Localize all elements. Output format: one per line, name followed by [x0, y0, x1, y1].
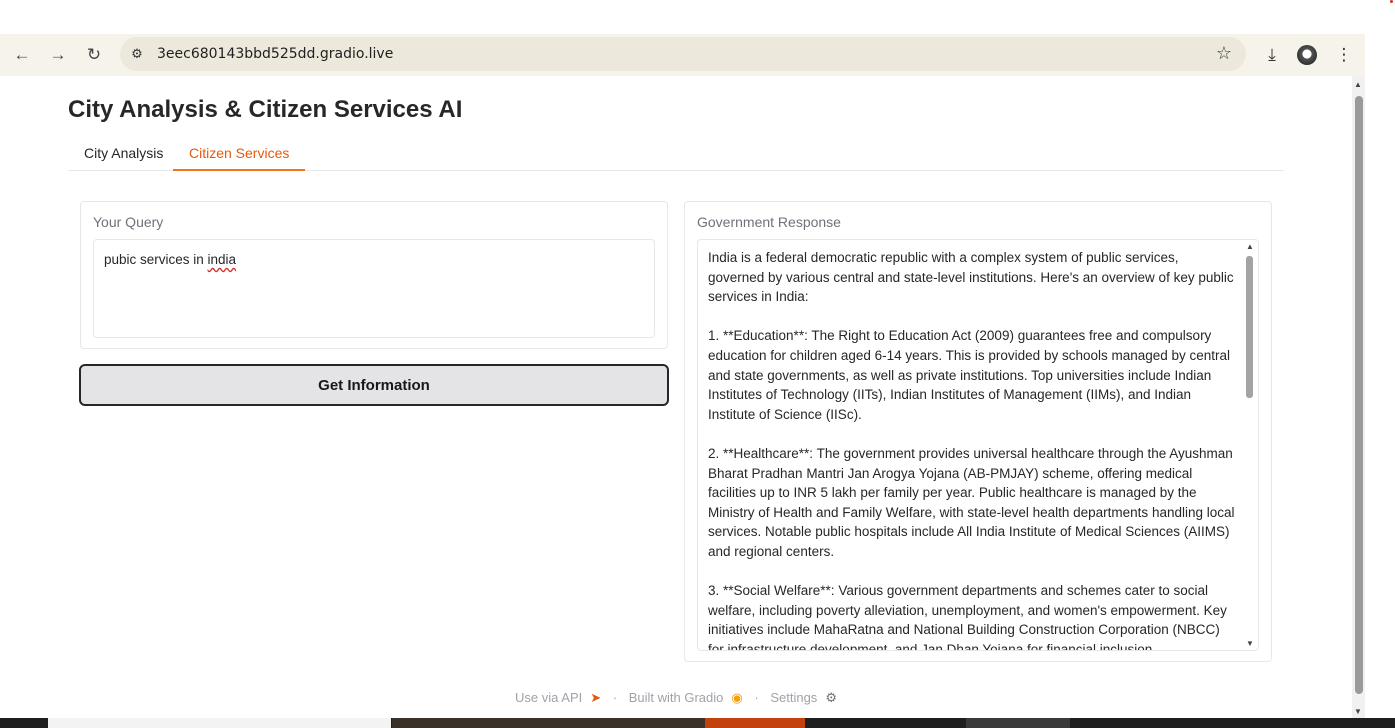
address-bar[interactable]: ⚙ 3eec680143bbd525dd.gradio.live ☆ [120, 37, 1246, 71]
os-taskbar [0, 718, 1395, 728]
menu-kebab-icon[interactable]: ⋮ [1332, 43, 1356, 67]
response-panel: Government Response India is a federal d… [684, 201, 1272, 662]
query-panel: Your Query pubic services in india [80, 201, 668, 349]
tab-city-analysis[interactable]: City Analysis [68, 145, 179, 171]
footer-separator: · [754, 690, 759, 705]
query-value-text: pubic services in [104, 252, 208, 267]
forward-icon[interactable]: → [45, 42, 71, 68]
built-with-gradio-link[interactable]: Built with Gradio [629, 690, 724, 705]
settings-link[interactable]: Settings [770, 690, 817, 705]
back-icon[interactable]: ← [9, 42, 35, 68]
response-textarea[interactable]: India is a federal democratic republic w… [697, 239, 1259, 651]
taskbar-app-icon[interactable] [705, 718, 805, 728]
scroll-down-icon[interactable]: ▼ [1246, 639, 1254, 648]
taskbar-search-box[interactable] [48, 718, 391, 728]
query-value-misspelled: india [207, 252, 237, 267]
page-scroll-thumb[interactable] [1355, 96, 1363, 694]
tab-citizen-services[interactable]: Citizen Services [173, 145, 306, 171]
gear-icon: ⚙ [825, 690, 837, 705]
footer-separator: · [612, 690, 618, 705]
use-via-api-link[interactable]: Use via API [515, 690, 582, 705]
response-text: India is a federal democratic republic w… [708, 248, 1238, 651]
page-scroll-down-icon[interactable]: ▼ [1354, 707, 1362, 716]
window-top-strip [0, 0, 1395, 34]
profile-avatar-icon[interactable] [1297, 45, 1317, 65]
response-scroll-thumb[interactable] [1246, 256, 1253, 398]
footer: Use via API ➤ · Built with Gradio ◉ · Sett… [0, 690, 1352, 706]
rocket-icon: ➤ [590, 690, 602, 705]
response-label: Government Response [697, 214, 841, 230]
page-content: City Analysis & Citizen Services AI City… [0, 76, 1365, 718]
taskbar-region [392, 718, 705, 728]
site-settings-icon[interactable]: ⚙ [128, 45, 146, 63]
download-icon[interactable]: ⤓ [1260, 43, 1284, 67]
gradio-logo-icon: ◉ [731, 690, 743, 705]
reload-icon[interactable]: ↻ [81, 42, 107, 68]
page-scrollbar[interactable]: ▲ ▼ [1352, 76, 1365, 718]
taskbar-app-icon[interactable] [966, 718, 1070, 728]
page-scroll-up-icon[interactable]: ▲ [1354, 80, 1362, 89]
query-input[interactable]: pubic services in india [93, 239, 655, 338]
response-paragraph: 1. **Education**: The Right to Education… [708, 328, 1231, 422]
response-paragraph: India is a federal democratic republic w… [708, 250, 1234, 305]
bookmark-star-icon[interactable]: ☆ [1216, 43, 1232, 64]
response-paragraph: 3. **Social Welfare**: Various governmen… [708, 583, 1227, 651]
response-paragraph: 2. **Healthcare**: The government provid… [708, 445, 1235, 559]
browser-toolbar: ← → ↻ ⚙ 3eec680143bbd525dd.gradio.live ☆… [0, 34, 1365, 76]
get-information-button[interactable]: Get Information [79, 364, 669, 406]
query-label: Your Query [93, 214, 164, 230]
tab-bar: City Analysis Citizen Services [68, 137, 1284, 171]
query-value: pubic services in india [104, 252, 236, 267]
url-text[interactable]: 3eec680143bbd525dd.gradio.live [157, 46, 393, 62]
notification-dot [1390, 0, 1393, 3]
response-scrollbar[interactable]: ▲ ▼ [1244, 242, 1256, 648]
app-title: City Analysis & Citizen Services AI [68, 96, 463, 123]
scroll-up-icon[interactable]: ▲ [1246, 242, 1254, 251]
